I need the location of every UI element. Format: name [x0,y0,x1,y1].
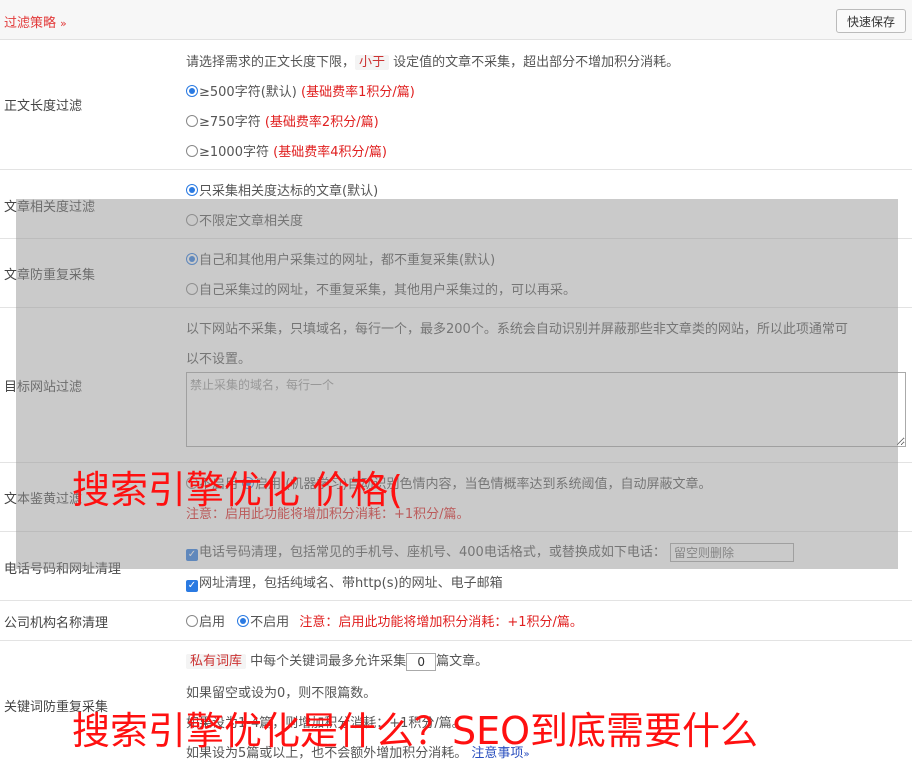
max-articles-input[interactable] [406,652,437,671]
keyword-dedup-text-before: 中每个关键词最多允许采集 [250,654,407,669]
chevron-down-icon: » [60,17,67,30]
length-option-500[interactable]: ≥500字符(默认) (基础费率1积分/篇) [186,81,415,100]
relevance-option-unlimited[interactable]: 不限定文章相关度 [186,210,303,229]
length-option-500-label: ≥500字符(默认) [199,85,297,100]
porn-filter-label: 文本鉴黄过滤 [4,492,83,507]
dedup-filter-label: 文章防重复采集 [4,268,96,283]
org-option-off-label: 不启用 [250,615,290,630]
url-clean-label: 网址清理，包括纯域名、带http(s)的网址、电子邮箱 [199,576,503,591]
blocked-domains-textarea[interactable] [186,372,906,447]
org-clean-note: 注意：启用此功能将增加积分消耗：+1积分/篇。 [299,615,583,630]
org-clean-label: 公司机构名称清理 [4,616,109,631]
length-filter-desc-prefix: 请选择需求的正文长度下限， [186,55,356,70]
dedup-option-all-users-label: 自己和其他用户采集过的网址，都不重复采集(默认) [199,253,496,268]
contact-clean-label: 电话号码和网址清理 [4,562,122,577]
private-lexicon-tag: 私有词库 [186,654,247,669]
org-clean-row: 公司机构名称清理 启用 不启用 注意：启用此功能将增加积分消耗：+1积分/篇。 [0,601,912,641]
keyword-dedup-line-2: 如果留空或设为0，则不限篇数。 [186,686,377,701]
length-option-750[interactable]: ≥750字符 (基础费率2积分/篇) [186,111,379,130]
site-filter-desc-1: 以下网站不采集，只填域名，每行一个，最多200个。系统会自动识别并屏蔽那些非文章… [186,322,848,337]
less-than-tag: 小于 [355,55,390,70]
length-filter-row: 正文长度过滤 请选择需求的正文长度下限， 小于 设定值的文章不采集，超出部分不增加… [0,40,912,170]
watermark-text-1: 搜索引擎优化 价格( [72,468,403,512]
header-title-toggle[interactable]: 过滤策略» [4,12,67,31]
radio-selected-icon[interactable] [237,615,250,627]
org-option-off[interactable]: 不启用 [237,615,289,630]
length-option-500-note: (基础费率1积分/篇) [301,85,415,100]
radio-icon[interactable] [186,145,198,157]
org-clean-options: 启用 不启用 注意：启用此功能将增加积分消耗：+1积分/篇。 [186,611,583,630]
length-filter-label: 正文长度过滤 [4,99,83,114]
phone-clean-label: 电话号码清理，包括常见的手机号、座机号、400电话格式，或替换成如下电话： [199,545,666,560]
radio-selected-icon[interactable] [186,184,198,196]
relevance-filter-row: 文章相关度过滤 只采集相关度达标的文章(默认) 不限定文章相关度 [0,170,912,239]
radio-selected-icon[interactable] [186,253,198,265]
site-filter-label: 目标网站过滤 [4,380,83,395]
url-clean-option: ✓ 网址清理，包括纯域名、带http(s)的网址、电子邮箱 [186,572,503,592]
contact-clean-row: 电话号码和网址清理 ✓ 电话号码清理，包括常见的手机号、座机号、400电话格式，或… [0,532,912,601]
radio-icon[interactable] [186,615,198,627]
relevance-option-unlimited-label: 不限定文章相关度 [199,214,304,229]
radio-selected-icon[interactable] [186,85,198,97]
quick-save-button[interactable]: 快速保存 [836,9,906,33]
keyword-dedup-text-after: 篇文章。 [436,654,489,669]
length-option-1000-label: ≥1000字符 [199,145,269,160]
org-option-on[interactable]: 启用 [186,615,225,630]
relevance-option-qualified-label: 只采集相关度达标的文章(默认) [199,184,379,199]
relevance-option-qualified[interactable]: 只采集相关度达标的文章(默认) [186,180,378,199]
filter-strategy-header: 过滤策略» 快速保存 [0,0,912,40]
header-title: 过滤策略 [4,16,57,31]
radio-icon[interactable] [186,283,198,295]
dedup-option-self-only[interactable]: 自己采集过的网址，不重复采集，其他用户采集过的，可以再采。 [186,279,576,298]
length-option-750-note: (基础费率2积分/篇) [264,115,379,130]
length-option-1000[interactable]: ≥1000字符 (基础费率4积分/篇) [186,141,387,160]
relevance-filter-label: 文章相关度过滤 [4,200,96,215]
dedup-filter-row: 文章防重复采集 自己和其他用户采集过的网址，都不重复采集(默认) 自己采集过的网… [0,239,912,308]
keyword-dedup-line-1: 私有词库 中每个关键词最多允许采集 篇文章。 [186,650,488,671]
length-filter-desc: 请选择需求的正文长度下限， 小于 设定值的文章不采集，超出部分不增加积分消耗。 [186,51,679,70]
dedup-option-self-only-label: 自己采集过的网址，不重复采集，其他用户采集过的，可以再采。 [199,283,577,298]
length-option-750-label: ≥750字符 [199,115,261,130]
radio-icon[interactable] [186,214,198,226]
checkbox-checked-icon[interactable]: ✓ [186,549,198,561]
length-filter-desc-suffix: 设定值的文章不采集，超出部分不增加积分消耗。 [393,55,680,70]
checkbox-checked-icon[interactable]: ✓ [186,580,198,592]
phone-clean-option: ✓ 电话号码清理，包括常见的手机号、座机号、400电话格式，或替换成如下电话： [186,541,794,562]
watermark-text-2: 搜索引擎优化是什么？SEO到底需要什么 [72,709,759,753]
dedup-option-all-users[interactable]: 自己和其他用户采集过的网址，都不重复采集(默认) [186,249,495,268]
radio-icon[interactable] [186,115,198,127]
site-filter-desc-2: 以不设置。 [186,352,252,367]
replacement-phone-input[interactable] [669,543,794,562]
org-option-on-label: 启用 [199,615,226,630]
length-option-1000-note: (基础费率4积分/篇) [273,145,387,160]
